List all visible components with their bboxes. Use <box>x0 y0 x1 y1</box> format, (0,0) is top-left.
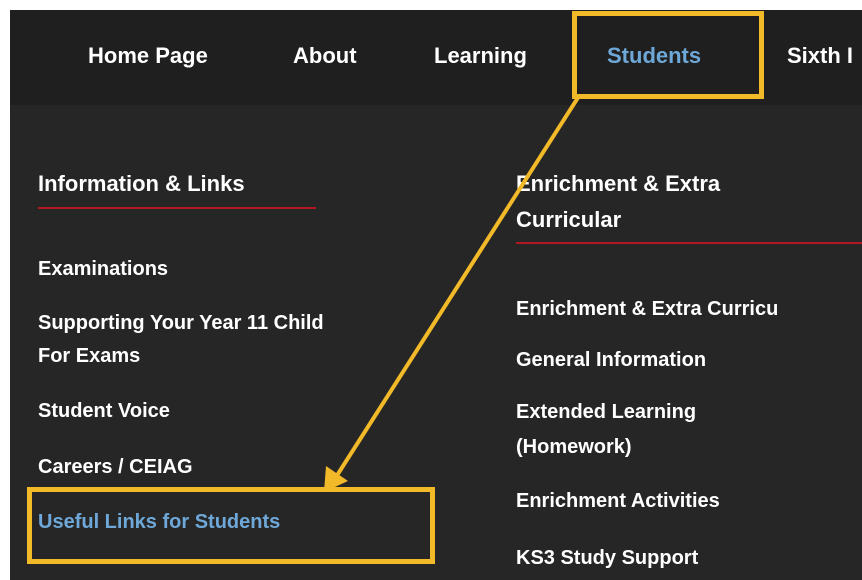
nav-students[interactable]: Students <box>607 43 701 69</box>
link-useful-links-for-students[interactable]: Useful Links for Students <box>38 509 280 535</box>
link-careers-ceiag[interactable]: Careers / CEIAG <box>38 454 193 480</box>
dropdown-screenshot: Home Page About Learning Students Sixth … <box>10 10 862 580</box>
link-enrichment-extra-curricular[interactable]: Enrichment & Extra Curricu <box>516 296 778 322</box>
nav-about[interactable]: About <box>293 43 357 69</box>
heading-underline <box>38 207 316 209</box>
nav-learning[interactable]: Learning <box>434 43 527 69</box>
nav-home-page[interactable]: Home Page <box>88 43 208 69</box>
link-extended-learning-line2[interactable]: (Homework) <box>516 434 632 460</box>
column-heading-enrichment-line1: Enrichment & Extra <box>516 171 721 196</box>
column-heading-information-links: Information & Links <box>38 171 245 196</box>
link-ks3-study-support[interactable]: KS3 Study Support <box>516 545 698 571</box>
top-navigation-bar: Home Page About Learning Students Sixth … <box>10 10 862 105</box>
heading-underline <box>516 242 862 244</box>
link-examinations[interactable]: Examinations <box>38 256 168 282</box>
link-general-information[interactable]: General Information <box>516 347 706 373</box>
link-extended-learning[interactable]: Extended Learning <box>516 399 696 425</box>
link-supporting-year-11[interactable]: Supporting Your Year 11 Child <box>38 310 324 336</box>
page: Home Page About Learning Students Sixth … <box>0 0 862 580</box>
link-supporting-year-11-line2[interactable]: For Exams <box>38 343 140 369</box>
nav-sixth-form[interactable]: Sixth I <box>787 43 853 69</box>
column-heading-enrichment-line2: Curricular <box>516 207 622 232</box>
link-student-voice[interactable]: Student Voice <box>38 398 170 424</box>
link-enrichment-activities[interactable]: Enrichment Activities <box>516 488 720 514</box>
